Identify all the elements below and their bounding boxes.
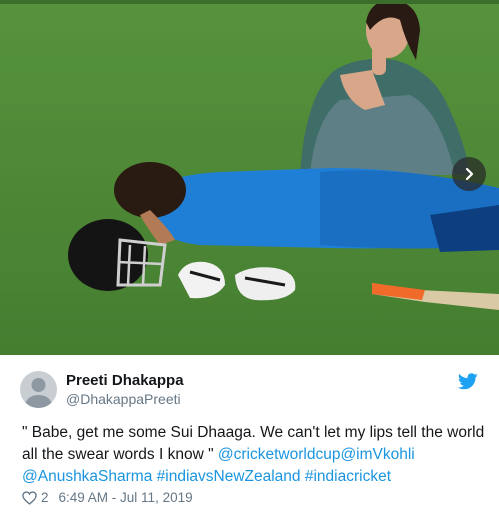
- glove-right: [235, 267, 296, 301]
- author-handle[interactable]: @DhakappaPreeti: [66, 391, 181, 407]
- helmet: [68, 219, 148, 291]
- heart-icon[interactable]: [22, 490, 37, 505]
- mention-imvkohli[interactable]: @imVkohli: [340, 446, 414, 463]
- tweet-card: Preeti Dhakappa @DhakappaPreeti " Babe, …: [0, 355, 499, 522]
- mention-cricketworldcup[interactable]: @cricketworldcup: [218, 446, 341, 463]
- tweet-timestamp[interactable]: 6:49 AM - Jul 11, 2019: [59, 490, 193, 505]
- default-avatar-icon: [24, 378, 53, 408]
- author-name[interactable]: Preeti Dhakappa: [66, 372, 184, 389]
- tweet-meta: 2 6:49 AM - Jul 11, 2019: [22, 490, 193, 505]
- mention-anushkasharma[interactable]: @AnushkaSharma: [22, 468, 152, 485]
- player-head: [114, 162, 186, 218]
- tweet-photo[interactable]: [0, 0, 499, 355]
- tweet-text: " Babe, get me some Sui Dhaaga. We can't…: [22, 422, 487, 488]
- hashtag-indiacricket[interactable]: #indiacricket: [305, 468, 391, 485]
- chevron-right-icon: [465, 167, 474, 181]
- avatar[interactable]: [20, 371, 57, 408]
- twitter-bird-icon[interactable]: [458, 373, 478, 390]
- photo-scene: [0, 0, 499, 355]
- next-photo-button[interactable]: [452, 157, 486, 191]
- hashtag-indiavsnewzealand[interactable]: #indiavsNewZealand: [157, 468, 301, 485]
- like-count[interactable]: 2: [41, 490, 49, 505]
